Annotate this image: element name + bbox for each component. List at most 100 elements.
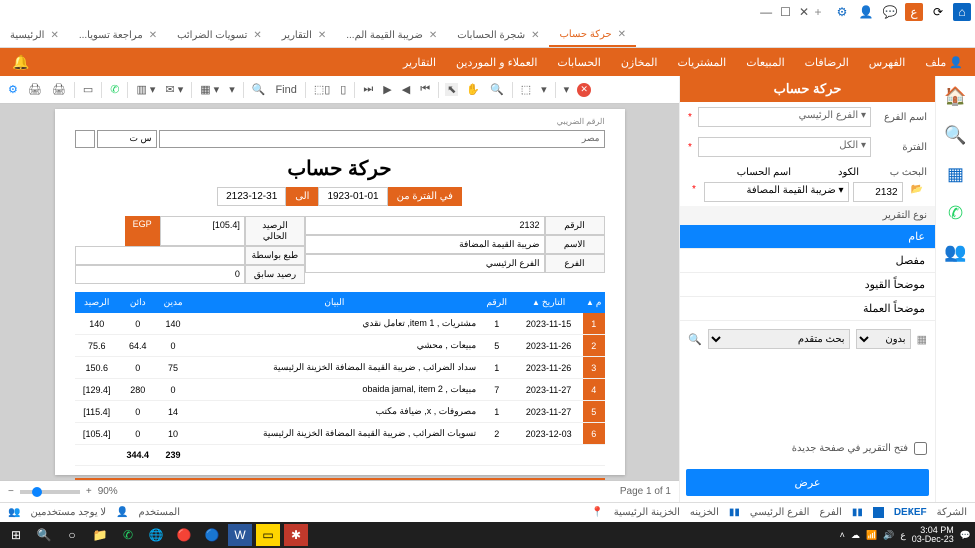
start-icon[interactable]: ⊞ [4, 524, 28, 546]
col-credit[interactable]: دائن [119, 292, 157, 313]
tab-audit[interactable]: ✕مراجعة تسويا... [69, 24, 167, 47]
first-icon[interactable]: ⏮ [418, 83, 432, 96]
layout-icon[interactable]: ⬚▯ [312, 83, 332, 96]
print-icon[interactable]: 🖨 [26, 83, 44, 96]
search-icon[interactable]: 🔍 [688, 333, 702, 346]
last-icon[interactable]: ⏭ [361, 83, 375, 96]
zoom-in-icon[interactable]: + [86, 486, 92, 497]
page-icon[interactable]: ▭ [81, 83, 95, 96]
word-icon[interactable]: W [228, 524, 252, 546]
notes-icon[interactable]: ▭ [256, 524, 280, 546]
whatsapp-icon[interactable]: ✆ [108, 83, 121, 96]
gear-icon[interactable]: ⚙ [833, 3, 851, 21]
tab-home[interactable]: ✕الرئيسية [0, 24, 69, 47]
select-icon[interactable]: ⬚ [519, 83, 533, 96]
printer-icon[interactable]: 🖨 [50, 83, 68, 96]
refresh-icon[interactable]: ⟳ [929, 3, 947, 21]
notif-icon[interactable]: 💬 [960, 530, 971, 541]
next-icon[interactable]: ▶ [381, 83, 393, 96]
menu-index[interactable]: الفهرس [869, 56, 906, 69]
opt-entries[interactable]: موضحاً القيود [680, 273, 935, 297]
chevron-up-icon[interactable]: ˄ [840, 530, 845, 540]
zoom-slider[interactable] [20, 490, 80, 494]
col-desc[interactable]: البيان [190, 292, 480, 313]
chat-icon[interactable]: 💬 [881, 3, 899, 21]
user-icon[interactable]: 👤 [857, 3, 875, 21]
close-icon[interactable]: ✕ [799, 5, 809, 19]
home-icon[interactable]: 🏠 [944, 86, 966, 107]
menu-reports[interactable]: التقارير [403, 56, 436, 69]
col-debit[interactable]: مدين [157, 292, 190, 313]
opt-general[interactable]: عام [680, 225, 935, 249]
gear-icon[interactable]: ⚙ [6, 83, 20, 96]
menu-sales[interactable]: المبيعات [746, 56, 784, 69]
table-icon[interactable]: ▦ ▾ [198, 83, 221, 96]
lang-icon[interactable]: ع [905, 3, 923, 21]
tab-account-movement[interactable]: ✕حركة حساب [549, 24, 636, 47]
menu-addons[interactable]: الرضافات [805, 56, 849, 69]
volume-icon[interactable]: 🔊 [883, 530, 894, 541]
close-icon[interactable]: ✕ [429, 30, 437, 41]
col-date[interactable]: التاريخ▲ [514, 292, 583, 313]
grid-icon[interactable]: ▦ [917, 333, 927, 346]
close-icon[interactable]: ✕ [531, 30, 539, 41]
explorer-icon[interactable]: 📁 [88, 524, 112, 546]
close-icon[interactable]: ✕ [577, 83, 591, 97]
search-icon[interactable]: 🔍 [32, 524, 56, 546]
close-icon[interactable]: ✕ [50, 30, 58, 41]
tab-taxes[interactable]: ✕تسويات الضرائب [167, 24, 272, 47]
period-select[interactable]: ▾ الكل [698, 137, 871, 157]
menu-accounts[interactable]: الحسابات [557, 56, 600, 69]
tab-reports[interactable]: ✕التقارير [272, 24, 336, 47]
opt-detailed[interactable]: مفصل [680, 249, 935, 273]
search-icon[interactable]: 🔍 [944, 125, 966, 146]
hand-icon[interactable]: ✋ [464, 83, 482, 96]
branch-select[interactable]: ▾ الفرع الرئيسي [698, 107, 871, 127]
adv-search-select[interactable]: بحث متقدم [708, 329, 850, 349]
menu-file[interactable]: 👤 ملف [925, 56, 963, 69]
apps-icon[interactable]: ▦ [947, 164, 964, 185]
cortana-icon[interactable]: ○ [60, 524, 84, 546]
find-icon[interactable]: 🔍 [250, 83, 268, 96]
prev-icon[interactable]: ◀ [400, 83, 412, 96]
add-tab-icon[interactable]: + [809, 3, 827, 21]
close-icon[interactable]: ✕ [253, 30, 261, 41]
max-icon[interactable]: ☐ [780, 5, 791, 19]
users-icon[interactable]: 👥 [944, 242, 966, 263]
open-new-checkbox[interactable] [914, 442, 927, 455]
wifi-icon[interactable]: 📶 [866, 530, 877, 541]
zoom-icon[interactable]: 🔍 [488, 83, 506, 96]
menu-purchases[interactable]: المشتريات [677, 56, 726, 69]
tab-vat[interactable]: ✕ضريبة القيمة الم... [336, 24, 447, 47]
app2-icon[interactable]: ✱ [284, 524, 308, 546]
doc-icon[interactable]: ▯ [338, 83, 348, 96]
clock[interactable]: 3:04 PM03-Dec-23 [912, 526, 954, 544]
lang-icon[interactable]: ع [900, 530, 905, 541]
folder-icon[interactable]: 📂 [907, 182, 927, 202]
acct-select[interactable]: ▾ ضريبة القيمة المصافة [704, 182, 849, 202]
chrome-icon[interactable]: 🔴 [172, 524, 196, 546]
tab-chart[interactable]: ✕شجرة الحسابات [447, 24, 549, 47]
close-icon[interactable]: ✕ [149, 30, 157, 41]
whatsapp-icon[interactable]: ✆ [948, 203, 963, 224]
menu-stores[interactable]: المخازن [621, 56, 658, 69]
cloud-icon[interactable]: ☁ [851, 530, 860, 541]
edge-icon[interactable]: 🌐 [144, 524, 168, 546]
app-icon[interactable]: 🔵 [200, 524, 224, 546]
export-icon[interactable]: ▥ ▾ [134, 83, 157, 96]
col-num[interactable]: الرقم [479, 292, 514, 313]
pointer-icon[interactable]: ⬉ [445, 83, 458, 96]
opt-currency[interactable]: موضحاً العملة [680, 297, 935, 321]
close-icon[interactable]: ✕ [318, 30, 326, 41]
whatsapp-icon[interactable]: ✆ [116, 524, 140, 546]
zoom-out-icon[interactable]: − [8, 486, 14, 497]
view-button[interactable]: عرض [686, 469, 929, 496]
mail-icon[interactable]: ✉ ▾ [163, 83, 185, 96]
min-icon[interactable]: — [760, 5, 772, 19]
adv-none-select[interactable]: بدون [856, 329, 911, 349]
col-index[interactable]: م▲ [583, 292, 605, 313]
close-icon[interactable]: ✕ [618, 29, 626, 40]
code-input[interactable] [853, 182, 903, 202]
bell-icon[interactable]: 🔔 [12, 54, 29, 71]
menu-clients[interactable]: العملاء و الموردين [456, 56, 537, 69]
